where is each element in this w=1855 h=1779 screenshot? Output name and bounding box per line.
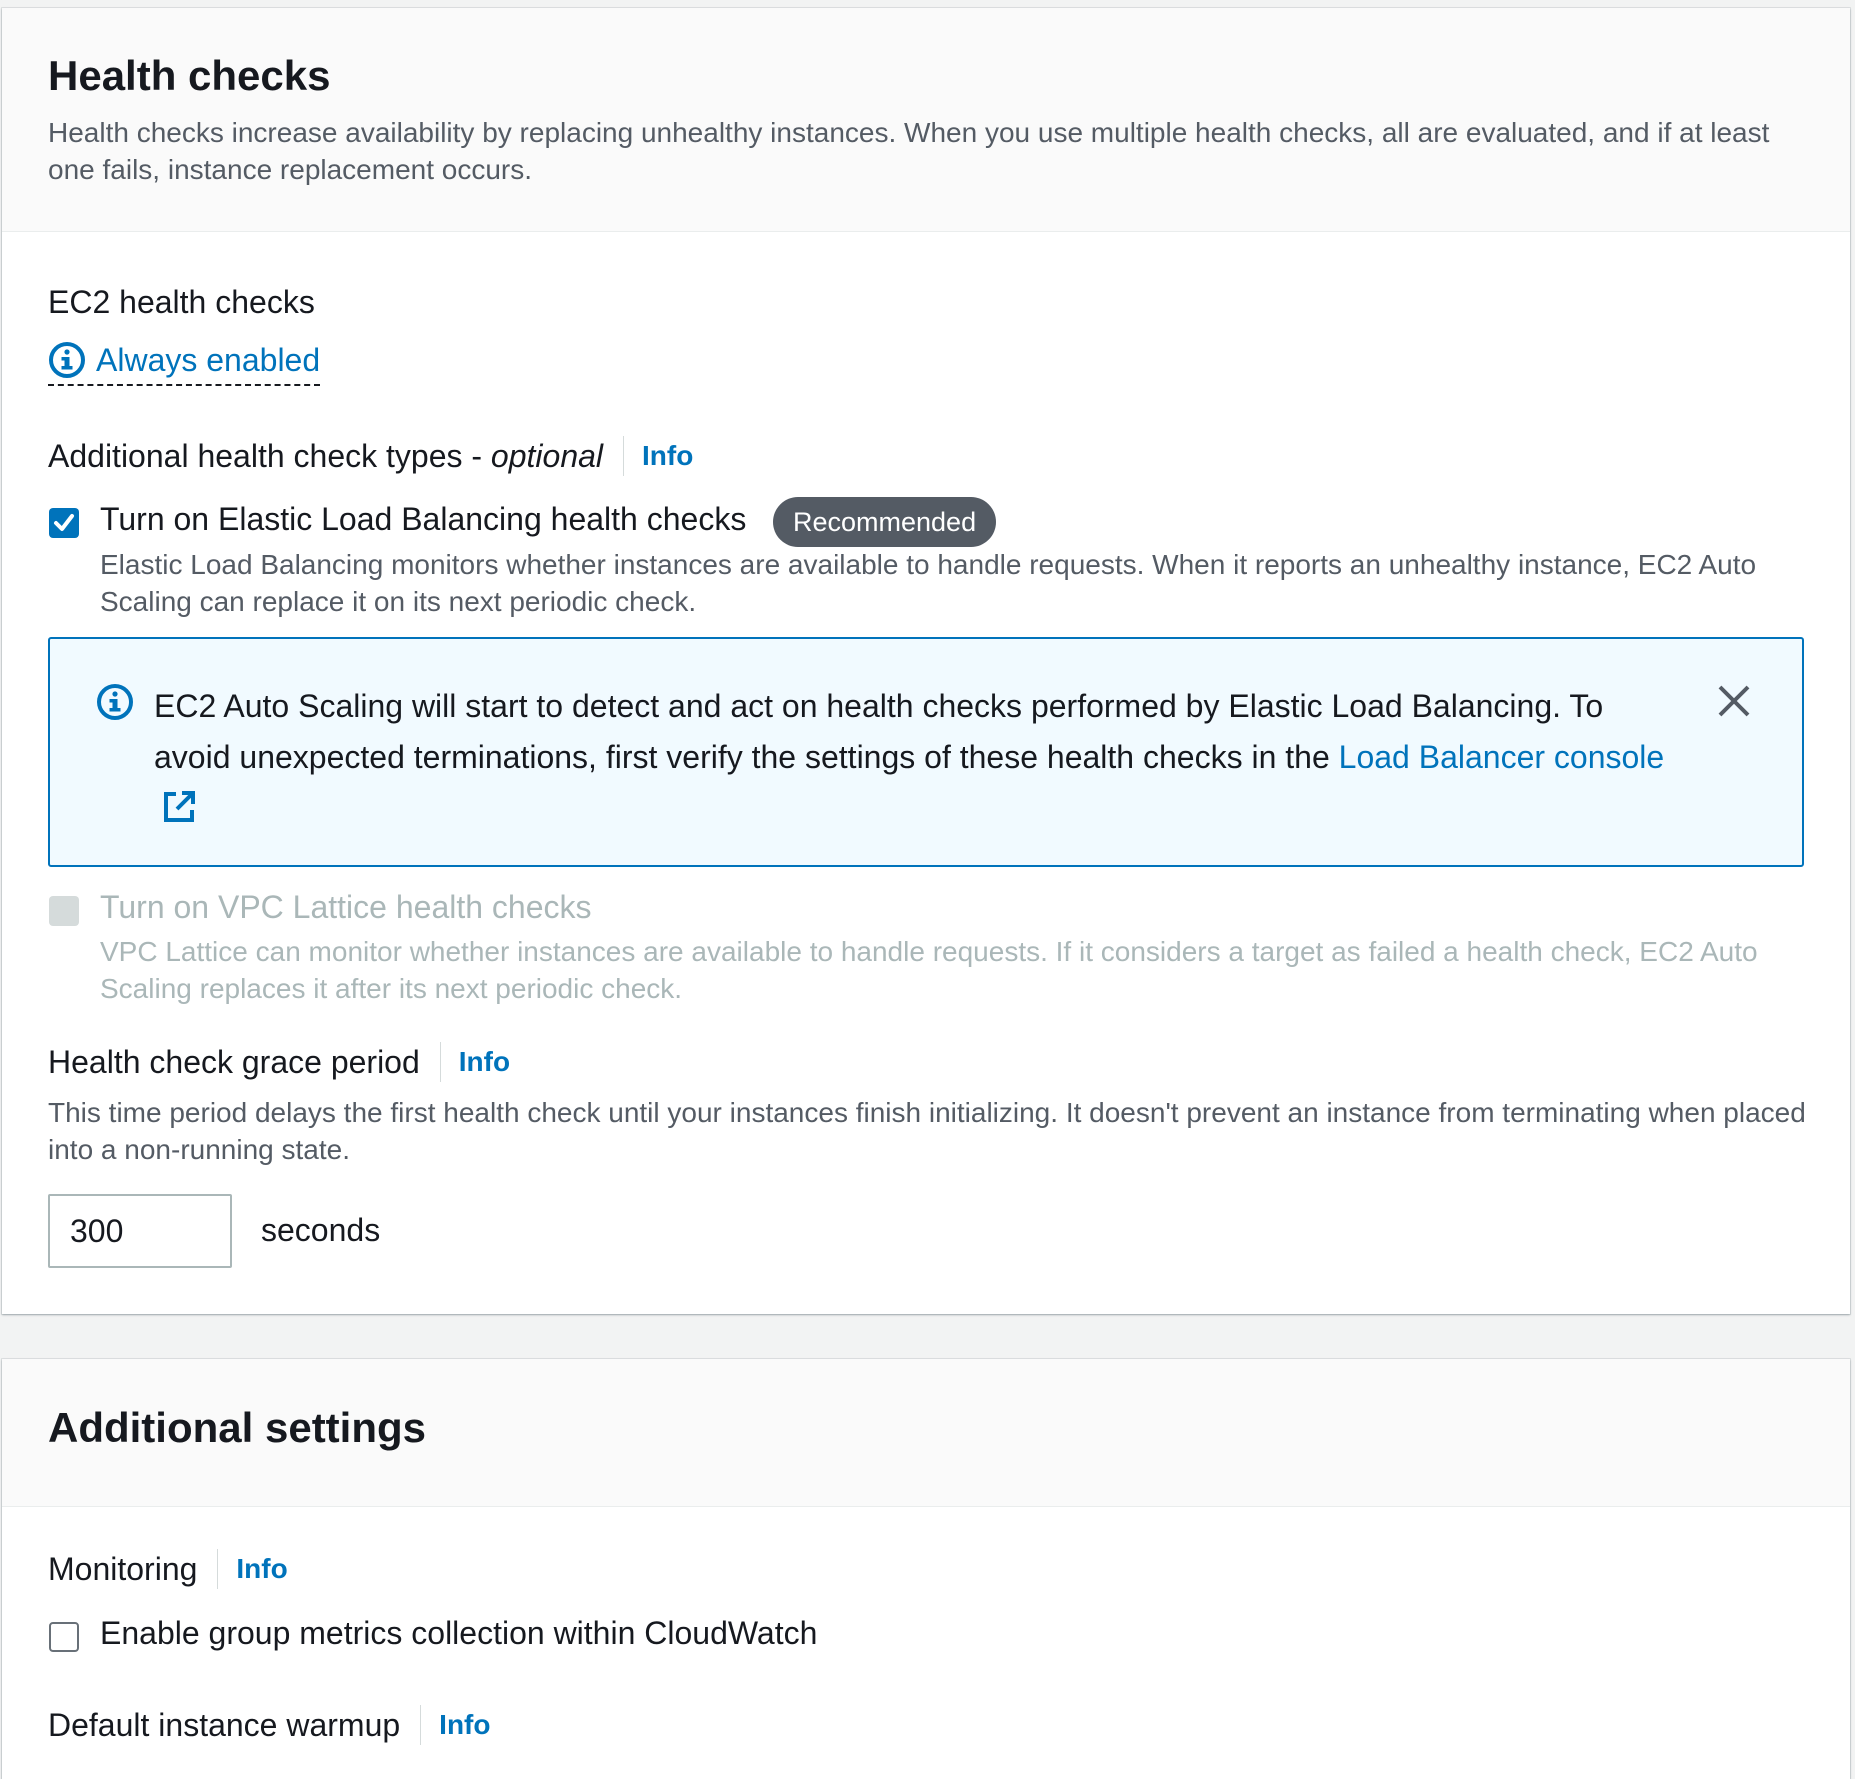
health-checks-title: Health checks bbox=[48, 52, 331, 99]
always-enabled-popover[interactable]: Always enabled bbox=[48, 336, 321, 386]
alert-message: EC2 Auto Scaling will start to detect an… bbox=[154, 681, 1684, 834]
health-checks-description: Health checks increase availability by r… bbox=[48, 117, 1770, 185]
always-enabled-text: Always enabled bbox=[96, 341, 321, 378]
monitoring-label: Monitoring bbox=[48, 1550, 198, 1587]
recommended-badge: Recommended bbox=[773, 497, 997, 547]
external-link-icon bbox=[164, 791, 195, 822]
checkmark-icon bbox=[54, 514, 74, 531]
warmup-label: Default instance warmup bbox=[48, 1706, 401, 1743]
label-divider bbox=[217, 1549, 219, 1589]
label-divider bbox=[439, 1042, 441, 1082]
elb-health-checks-label[interactable]: Turn on Elastic Load Balancing health ch… bbox=[100, 501, 746, 538]
label-divider bbox=[623, 436, 625, 476]
additional-settings-body: Monitoring Info Enable group metrics col… bbox=[2, 1507, 1850, 1779]
additional-types-info-link[interactable]: Info bbox=[642, 440, 693, 472]
label-divider bbox=[420, 1705, 422, 1745]
health-checks-body: EC2 health checks Always enabled Additio… bbox=[2, 232, 1850, 1312]
grace-period-input[interactable]: 300 bbox=[48, 1194, 232, 1268]
additional-settings-panel: Additional settings Monitoring Info Enab… bbox=[2, 1359, 1850, 1779]
additional-types-row: Additional health check types - optional… bbox=[48, 436, 693, 476]
ec2-health-checks-label: EC2 health checks bbox=[48, 284, 315, 320]
warmup-row: Default instance warmup Info bbox=[48, 1705, 490, 1745]
additional-settings-header: Additional settings bbox=[2, 1359, 1850, 1507]
additional-settings-title: Additional settings bbox=[48, 1404, 426, 1451]
vpc-lattice-label: Turn on VPC Lattice health checks bbox=[100, 889, 592, 925]
grace-period-description: This time period delays the first health… bbox=[48, 1097, 1806, 1165]
additional-types-label: Additional health check types - bbox=[48, 437, 491, 474]
vpc-lattice-checkbox[interactable] bbox=[49, 896, 79, 926]
close-icon[interactable] bbox=[1716, 683, 1752, 719]
additional-types-optional: optional bbox=[490, 437, 604, 474]
load-balancer-console-link-text: Load Balancer console bbox=[1338, 739, 1665, 775]
warmup-info-link[interactable]: Info bbox=[439, 1709, 490, 1741]
grace-period-unit: seconds bbox=[261, 1212, 381, 1248]
elb-health-checks-description: Elastic Load Balancing monitors whether … bbox=[100, 549, 1757, 617]
group-metrics-checkbox[interactable] bbox=[49, 1622, 79, 1652]
health-checks-panel: Health checks Health checks increase ava… bbox=[2, 8, 1850, 1314]
monitoring-row: Monitoring Info bbox=[48, 1549, 288, 1589]
grace-period-info-link[interactable]: Info bbox=[459, 1046, 510, 1078]
vpc-lattice-description: VPC Lattice can monitor whether instance… bbox=[100, 936, 1758, 1004]
health-checks-header: Health checks Health checks increase ava… bbox=[2, 8, 1850, 232]
monitoring-info-link[interactable]: Info bbox=[236, 1553, 287, 1585]
grace-period-row: Health check grace period Info bbox=[48, 1042, 510, 1082]
info-icon bbox=[97, 684, 133, 720]
grace-period-label: Health check grace period bbox=[48, 1043, 420, 1080]
elb-info-alert: EC2 Auto Scaling will start to detect an… bbox=[48, 637, 1804, 867]
info-icon bbox=[49, 342, 85, 378]
elb-health-checks-checkbox[interactable] bbox=[49, 508, 79, 538]
group-metrics-label[interactable]: Enable group metrics collection within C… bbox=[100, 1615, 817, 1652]
